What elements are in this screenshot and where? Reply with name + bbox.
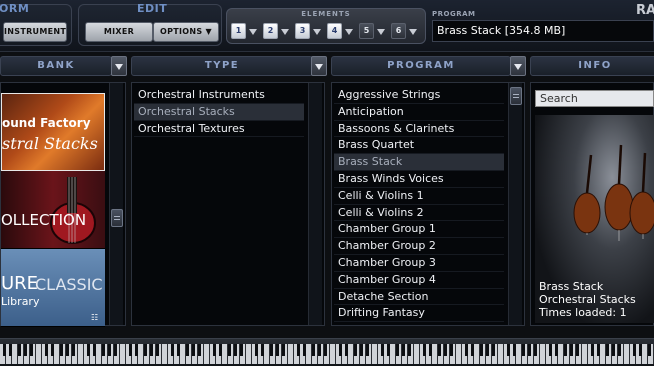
mixer-button[interactable]: MIXER: [85, 22, 153, 42]
element-3-button[interactable]: 3: [295, 23, 310, 39]
program-item[interactable]: Anticipation: [334, 104, 504, 121]
edit-group-title: EDIT: [137, 2, 168, 15]
bank-tile-3-line2: Library: [1, 295, 40, 308]
bank-tile-1-line1: ound Factory: [2, 116, 91, 130]
program-item[interactable]: Celli & Violins 1: [334, 188, 504, 205]
type-column-header[interactable]: TYPE: [131, 56, 313, 76]
program-display[interactable]: Brass Stack [354.8 MB]: [432, 20, 654, 42]
element-4-dropdown-icon[interactable]: [345, 29, 353, 35]
type-list: Orchestral Instruments Orchestral Stacks…: [134, 87, 304, 323]
element-2-dropdown-icon[interactable]: [281, 29, 289, 35]
top-toolbar: ORM INSTRUMENT EDIT MIXER OPTIONS ▼ ELEM…: [0, 0, 654, 52]
brand-logo-text: RA: [636, 3, 654, 18]
element-5-dropdown-icon[interactable]: [377, 29, 385, 35]
elements-title: ELEMENTS: [301, 10, 351, 18]
info-program-name: Brass Stack: [539, 280, 604, 293]
instrument-button[interactable]: INSTRUMENT: [3, 22, 67, 42]
program-item[interactable]: Aggressive Strings: [334, 87, 504, 104]
element-6-button[interactable]: 6: [391, 23, 406, 39]
info-times-loaded: Times loaded: 1: [539, 306, 627, 319]
piano-black-keys[interactable]: [0, 344, 654, 356]
program-item-selected[interactable]: Brass Stack: [334, 154, 504, 171]
type-panel: Orchestral Instruments Orchestral Stacks…: [131, 82, 325, 326]
program-label: PROGRAM: [432, 10, 476, 18]
program-column-header[interactable]: PROGRAM: [331, 56, 511, 76]
bank-tile-3-line1b: CLASSIC: [35, 275, 103, 294]
element-1-button[interactable]: 1: [231, 23, 246, 39]
search-input[interactable]: Search: [535, 90, 654, 107]
type-item[interactable]: Orchestral Textures: [134, 121, 304, 138]
type-item-selected[interactable]: Orchestral Stacks: [134, 103, 304, 121]
bank-column-header[interactable]: BANK: [0, 56, 112, 76]
info-type-name: Orchestral Stacks: [539, 293, 636, 306]
guitar-icon: [50, 177, 96, 244]
program-item[interactable]: Chamber Group 3: [334, 255, 504, 272]
bank-tile-pure-classic[interactable]: URE CLASSIC Library ☷: [1, 249, 105, 327]
program-scroll-thumb[interactable]: [510, 87, 522, 105]
program-item[interactable]: Celli & Violins 2: [334, 205, 504, 222]
element-2-button[interactable]: 2: [263, 23, 278, 39]
tile-list-icon[interactable]: ☷: [91, 313, 98, 322]
elements-group: ELEMENTS 1 2 3 4 5 6: [226, 8, 426, 44]
bank-tile-3-line1: URE: [1, 273, 39, 294]
bank-dropdown-icon[interactable]: [111, 56, 127, 76]
type-scrollbar[interactable]: [308, 83, 322, 325]
bank-panel: ound Factory stral Stacks OLLECTION URE …: [0, 82, 126, 327]
element-1-dropdown-icon[interactable]: [249, 29, 257, 35]
bank-scroll-thumb[interactable]: [111, 209, 123, 227]
program-scrollbar[interactable]: [508, 83, 522, 325]
program-item[interactable]: Chamber Group 4: [334, 272, 504, 289]
program-item[interactable]: Bassoons & Clarinets: [334, 121, 504, 138]
program-panel: Aggressive Strings Anticipation Bassoons…: [331, 82, 525, 326]
form-group: ORM INSTRUMENT: [0, 2, 72, 46]
type-dropdown-icon[interactable]: [311, 56, 327, 76]
program-item[interactable]: Brass Quartet: [334, 137, 504, 155]
bank-tile-1-line2: stral Stacks: [2, 134, 98, 153]
app-window: ORM INSTRUMENT EDIT MIXER OPTIONS ▼ ELEM…: [0, 0, 654, 366]
program-item[interactable]: Detache Section: [334, 289, 504, 306]
program-item[interactable]: Brass Winds Voices: [334, 171, 504, 188]
program-item[interactable]: Chamber Group 2: [334, 238, 504, 255]
info-column-header: INFO: [530, 56, 654, 76]
bank-tile-collection[interactable]: OLLECTION: [1, 171, 105, 249]
form-group-title: ORM: [0, 2, 30, 15]
type-item[interactable]: Orchestral Instruments: [134, 87, 304, 104]
options-button[interactable]: OPTIONS ▼: [153, 22, 219, 42]
program-item[interactable]: Chamber Group 1: [334, 221, 504, 239]
program-list: Aggressive Strings Anticipation Bassoons…: [334, 87, 504, 323]
program-item[interactable]: Drifting Fantasy: [334, 305, 504, 323]
bank-scrollbar[interactable]: [109, 83, 123, 325]
element-4-button[interactable]: 4: [327, 23, 342, 39]
program-dropdown-icon[interactable]: [510, 56, 526, 76]
bank-tile-2-line1: OLLECTION: [1, 211, 87, 229]
edit-group: EDIT MIXER OPTIONS ▼: [78, 2, 222, 46]
element-5-button[interactable]: 5: [359, 23, 374, 39]
element-3-dropdown-icon[interactable]: [313, 29, 321, 35]
bank-tile-orchestral-stacks[interactable]: ound Factory stral Stacks: [1, 93, 105, 171]
element-6-dropdown-icon[interactable]: [409, 29, 417, 35]
